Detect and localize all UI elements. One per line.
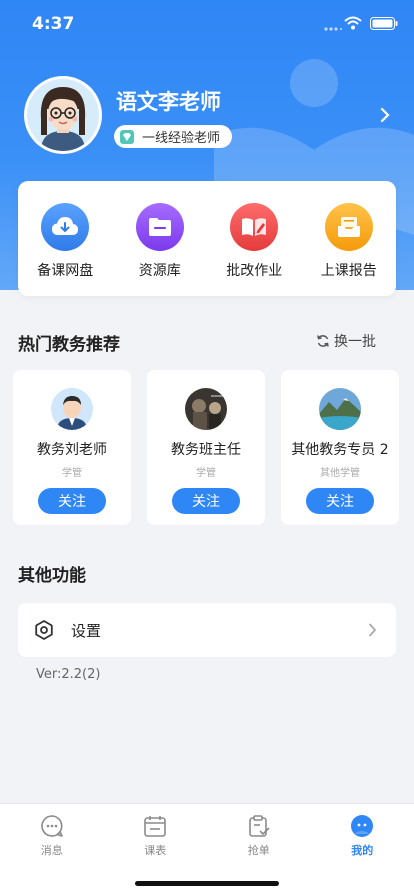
avatar[interactable]: [24, 76, 102, 154]
home-indicator: [135, 881, 279, 886]
avatar: [51, 388, 93, 430]
avatar: [319, 388, 361, 430]
recommend-subtitle: 学管: [62, 468, 82, 479]
teacher-avatar-icon: [40, 87, 86, 151]
tab-label: 课表: [144, 844, 167, 857]
user-icon: [351, 815, 374, 837]
quick-action-cloud-disk[interactable]: 备课网盘: [18, 181, 113, 296]
cloud-download-icon: [41, 203, 90, 251]
follow-button[interactable]: 关注: [172, 488, 240, 514]
chevron-right-icon[interactable]: [380, 107, 390, 123]
man-avatar-icon: [51, 388, 93, 430]
chat-bubble-icon: [40, 815, 63, 837]
inbox-tray-icon: [324, 203, 373, 251]
quick-action-label: 资源库: [138, 263, 181, 279]
refresh-icon: [317, 335, 329, 347]
recommend-card[interactable]: 其他教务专员 2 其他学管 关注: [281, 370, 399, 525]
follow-button[interactable]: 关注: [306, 488, 374, 514]
other-functions-title: 其他功能: [18, 566, 86, 586]
clipboard-check-icon: [248, 815, 270, 837]
photo-avatar-icon: [185, 388, 227, 430]
recommend-title: 热门教务推荐: [18, 335, 120, 355]
status-bar: 4:37: [0, 0, 414, 48]
recommend-subtitle: 学管: [196, 468, 216, 479]
quick-actions-card: 备课网盘 资源库 批改作业 上课报告: [18, 181, 396, 296]
wifi-icon: [344, 16, 362, 30]
chevron-right-icon: [369, 623, 377, 637]
version-label: Ver:2.2(2): [36, 667, 101, 682]
quick-action-grading[interactable]: 批改作业: [207, 181, 302, 296]
folder-icon: [135, 203, 184, 251]
refresh-label: 换一批: [334, 334, 376, 350]
status-time: 4:37: [32, 14, 75, 34]
quick-action-label: 备课网盘: [37, 263, 94, 279]
landscape-avatar-icon: [319, 388, 361, 430]
recommend-card[interactable]: 教务班主任 学管 关注: [147, 370, 265, 525]
role-label: 一线经验老师: [142, 131, 221, 146]
book-pen-icon: [230, 203, 279, 251]
signal-icon: [324, 27, 342, 31]
tab-label: 消息: [40, 844, 63, 857]
calendar-icon: [144, 816, 167, 837]
avatar: [185, 388, 227, 430]
teacher-name: 语文李老师: [116, 90, 221, 114]
tab-label: 抢单: [247, 844, 270, 857]
recommend-name: 其他教务专员 2: [291, 442, 389, 458]
follow-button[interactable]: 关注: [38, 488, 106, 514]
battery-icon: [370, 17, 398, 30]
tab-label: 我的: [351, 844, 374, 857]
quick-action-label: 批改作业: [226, 263, 283, 279]
role-badge: 一线经验老师: [114, 125, 233, 148]
recommend-name: 教务刘老师: [37, 442, 107, 458]
quick-action-class-report[interactable]: 上课报告: [302, 181, 397, 296]
gear-icon: [35, 620, 53, 640]
quick-action-resources[interactable]: 资源库: [113, 181, 208, 296]
recommend-subtitle: 其他学管: [320, 468, 360, 479]
recommend-card[interactable]: 教务刘老师 学管 关注: [13, 370, 131, 525]
diamond-badge-icon: [120, 129, 134, 144]
tab-messages[interactable]: 消息: [0, 804, 104, 896]
settings-label: 设置: [71, 622, 102, 640]
refresh-button[interactable]: 换一批: [316, 331, 376, 351]
recommend-name: 教务班主任: [171, 442, 241, 458]
settings-row[interactable]: 设置: [18, 603, 396, 657]
tab-mine[interactable]: 我的: [311, 804, 414, 896]
quick-action-label: 上课报告: [320, 263, 377, 279]
